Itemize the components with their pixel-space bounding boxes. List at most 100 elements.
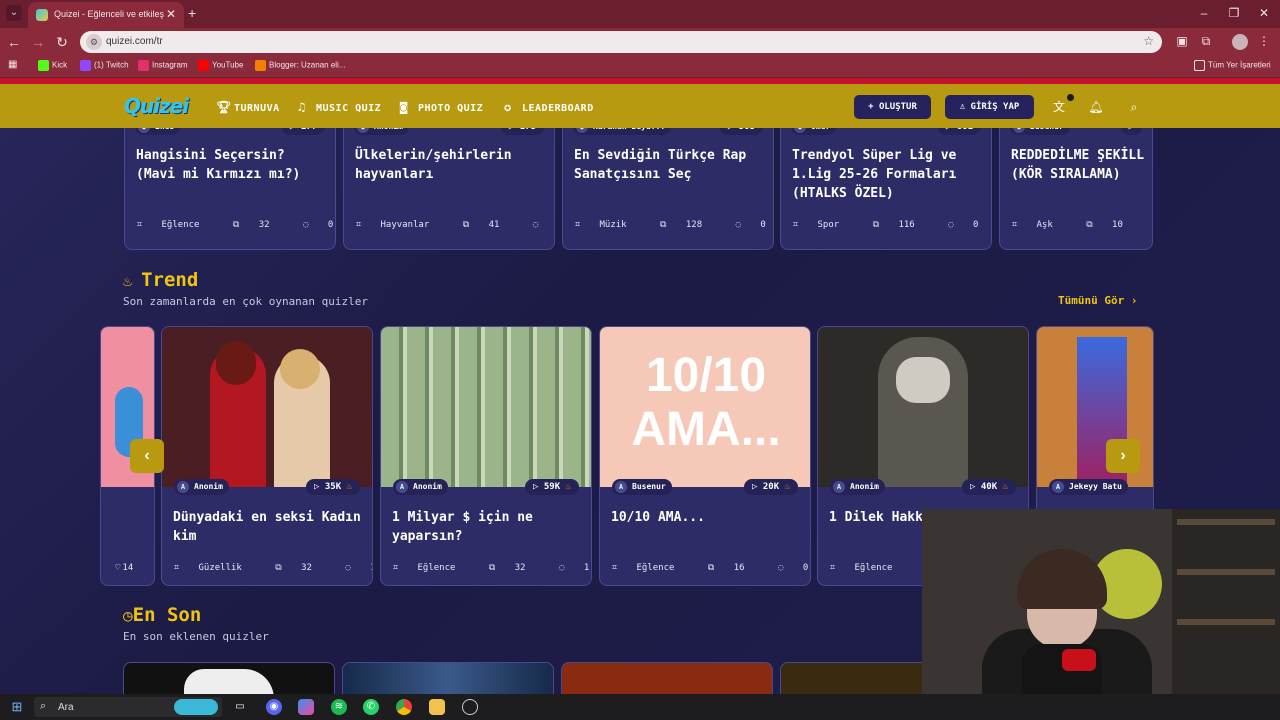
notification-dot (1067, 94, 1074, 101)
plays-count: 40K (980, 482, 998, 492)
bell-icon[interactable]: 🔔︎ (1087, 98, 1105, 116)
quiz-card[interactable]: ● Ömer ▷ 881 Trendyol Süper Lig ve 1.Lig … (780, 128, 992, 250)
play-icon: ▷ (314, 482, 325, 492)
author-name: Busenur (632, 482, 666, 491)
tag-icon: ⌗ (830, 563, 841, 573)
extension-icon[interactable]: ▣ (1174, 34, 1190, 50)
bookmark-instagram[interactable]: Instagram (138, 60, 188, 71)
file-explorer-icon[interactable] (429, 699, 445, 715)
author-chip[interactable]: A Busenur (612, 479, 672, 495)
nav-turnuva[interactable]: 🏆︎ TURNUVA (216, 100, 280, 114)
quiz-title[interactable]: En Sevdiğin Türkçe Rap Sanatçısını Seç (574, 146, 766, 184)
trend-quiz-card[interactable]: 10/10 AMA... A Busenur ▷ 20K ♨ 10/10 AMA.… (599, 326, 811, 586)
chrome-icon[interactable] (396, 699, 412, 715)
bookmark-twitch[interactable]: (1) Twitch (80, 60, 129, 71)
quiz-title[interactable]: Trendyol Süper Lig ve 1.Lig 25-26 Formal… (792, 146, 984, 203)
newest-card[interactable] (342, 662, 554, 694)
plays-chip: ▷ 20K ♨ (744, 479, 798, 495)
new-tab-icon[interactable]: + (188, 5, 196, 21)
nav-photo-quiz[interactable]: ◙ PHOTO QUIZ (400, 100, 483, 114)
bookmark-star-icon[interactable]: ☆ (1143, 34, 1154, 48)
spotify-icon[interactable]: ≋ (331, 699, 347, 715)
newest-card[interactable] (123, 662, 335, 694)
author-chip[interactable]: A Anonim (393, 479, 448, 495)
tab-search-icon[interactable]: ⌄ (6, 5, 22, 21)
newest-card[interactable] (561, 662, 773, 694)
quiz-card[interactable]: ● Karahan Büyü... ▷ 503 En Sevdiğin Türkç… (562, 128, 774, 250)
discord-icon[interactable]: ◉ (266, 699, 282, 715)
see-all-link[interactable]: Tümünü Gör › (1058, 294, 1137, 307)
close-window-icon[interactable]: ✕ (1254, 6, 1274, 20)
all-bookmarks[interactable]: Tüm Yer İşaretleri (1194, 60, 1271, 71)
login-button[interactable]: ♙ GİRİŞ YAP (945, 95, 1034, 119)
quiz-card[interactable]: ● Enes ▷ 177 Hangisini Seçersin? (Mavi mi… (124, 128, 336, 250)
search-icon[interactable]: ⌕ (1125, 98, 1143, 116)
quiz-title[interactable]: REDDEDİLME ŞEKİLL (KÖR SIRALAMA) (1011, 146, 1145, 184)
category: ⌗ Güzellik (174, 563, 256, 573)
tab-close-icon[interactable]: ✕ (166, 7, 176, 21)
comments-count: 1 (583, 563, 590, 573)
reload-icon[interactable]: ↻ (54, 34, 70, 51)
category: ⌗ Hayvanlar (356, 220, 443, 230)
create-button[interactable]: + OLUŞTUR (854, 95, 931, 119)
carousel-next-button[interactable]: › (1106, 439, 1140, 473)
author-chip[interactable]: A Anonim (830, 479, 885, 495)
translate-icon[interactable]: 文 (1050, 98, 1068, 116)
bookmark-kick[interactable]: Kick (38, 60, 67, 71)
author-chip[interactable]: ● Ömer (791, 128, 837, 135)
quiz-title[interactable]: Hangisini Seçersin? (Mavi mi Kırmızı mı?… (136, 146, 328, 184)
plays-count: 177 (301, 128, 317, 132)
author-chip[interactable]: ● Karahan Büyü... (573, 128, 672, 135)
category-label: Eğlence (636, 563, 675, 573)
trend-quiz-card[interactable]: A Anonim ▷ 35K ♨ Dünyadaki en seksi Kadın… (161, 326, 373, 586)
comments-count: 0 (973, 220, 979, 230)
nav-leaderboard[interactable]: ✪ LEADERBOARD (504, 100, 594, 114)
bookmark-youtube[interactable]: YouTube (198, 60, 243, 71)
copilot-icon[interactable] (298, 699, 314, 715)
quiz-card[interactable]: ● Busenur ▷ REDDEDİLME ŞEKİLL (KÖR SIRALA… (999, 128, 1153, 250)
windows-start-icon[interactable]: ⊞ (9, 699, 25, 715)
trend-quiz-card[interactable]: A Anonim ▷ 59K ♨ 1 Milyar $ için ne yapar… (380, 326, 592, 586)
author-chip[interactable]: A Jekeyy Batu (1049, 479, 1128, 495)
avatar: A (833, 481, 845, 493)
obs-icon[interactable] (462, 699, 478, 715)
play-icon: ▷ (946, 128, 957, 132)
newest-card[interactable] (780, 662, 930, 694)
site-info-icon[interactable]: ⚙ (86, 34, 102, 50)
author-chip[interactable]: A Anonim (174, 479, 229, 495)
apps-grid-icon[interactable]: ▦ (8, 59, 17, 70)
restore-icon[interactable]: ❐ (1224, 6, 1244, 20)
youtube-icon (198, 60, 209, 71)
quiz-title[interactable]: Ülkelerin/şehirlerin hayvanları (355, 146, 547, 184)
fire-icon: ♨ (779, 482, 790, 492)
bookmark-blogger[interactable]: Blogger: Uzanan eli... (255, 60, 346, 71)
quiz-title[interactable]: 1 Milyar $ için ne yaparsın? (392, 508, 584, 546)
avatar: ● (138, 128, 150, 133)
plays-chip: ▷ 503 (719, 128, 763, 135)
author-chip[interactable]: ● Busenur (1010, 128, 1070, 135)
profile-avatar-icon[interactable] (1232, 34, 1248, 50)
author-chip[interactable]: ● Anonim (354, 128, 409, 135)
all-bookmarks-label: Tüm Yer İşaretleri (1208, 60, 1271, 70)
more-menu-icon[interactable]: ⋮ (1256, 34, 1272, 50)
quiz-card[interactable]: ● Anonim ▷ 173 Ülkelerin/şehirlerin hayva… (343, 128, 555, 250)
carousel-prev-button[interactable]: ‹ (130, 439, 164, 473)
author-chip[interactable]: ● Enes (135, 128, 181, 135)
category-label: Eğlence (161, 220, 200, 230)
task-view-icon[interactable]: ▭ (232, 699, 248, 715)
trophy-icon: 🏆︎ (216, 100, 232, 114)
taskbar-search[interactable]: ⌕ Ara (34, 697, 222, 717)
forward-icon[interactable]: → (30, 34, 46, 50)
quiz-thumbnail: 10/10 AMA... (600, 327, 810, 487)
nav-music-quiz[interactable]: ♫ MUSIC QUIZ (298, 100, 381, 114)
site-logo[interactable]: Quizei (124, 94, 189, 118)
omnibox[interactable]: ⚙ quizei.com/tr ☆ (80, 31, 1162, 53)
whatsapp-icon[interactable]: ✆ (363, 699, 379, 715)
camera-icon: ◙ (400, 100, 408, 114)
extensions-puzzle-icon[interactable]: ⧉ (1198, 34, 1214, 50)
minimize-icon[interactable]: – (1194, 6, 1214, 20)
quiz-title[interactable]: Dünyadaki en seksi Kadın kim (173, 508, 365, 546)
browser-tab[interactable]: Quizei - Eğlenceli ve etkileşimli... ✕ (28, 2, 184, 28)
back-icon[interactable]: ← (6, 34, 22, 50)
quiz-title[interactable]: 10/10 AMA... (611, 508, 803, 527)
